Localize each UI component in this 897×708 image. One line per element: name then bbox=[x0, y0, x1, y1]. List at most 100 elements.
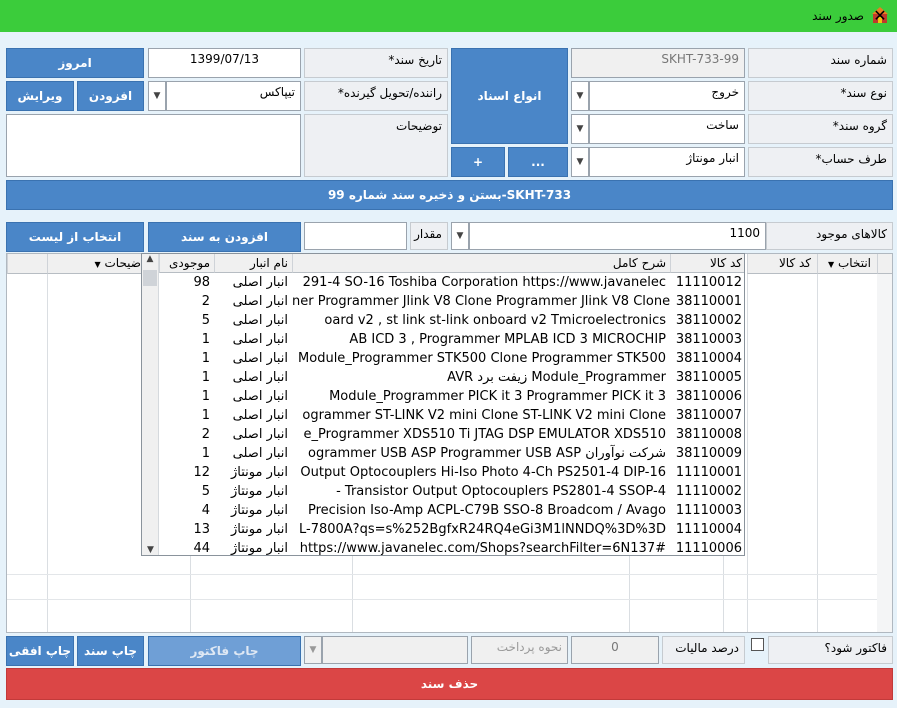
chevron-down-icon[interactable]: ▼ bbox=[571, 114, 589, 144]
grid-header-select[interactable]: انتخاب ▼ bbox=[817, 254, 877, 274]
doc-types-button[interactable]: انواع اسناد bbox=[451, 48, 568, 144]
grid-header-desc[interactable]: ضیحات ▼ bbox=[47, 254, 147, 274]
popup-row[interactable]: 1 انبار اصلی AB ICD 3 , Programmer MPLAB I… bbox=[142, 330, 744, 349]
select-from-list-button[interactable]: انتخاب از لیست bbox=[6, 222, 144, 252]
available-items-label: کالاهای موجود bbox=[766, 222, 893, 250]
popup-cell-stock: 1 bbox=[201, 446, 210, 461]
popup-row[interactable]: 1 انبار اصلی AVR زیفت برد Module_Programme… bbox=[142, 368, 744, 387]
grid-header-blank bbox=[7, 254, 47, 274]
quantity-field[interactable] bbox=[304, 222, 407, 250]
popup-cell-code: 11110012 bbox=[675, 275, 742, 290]
grid-header-code[interactable]: کد کالا bbox=[747, 254, 817, 274]
description-field[interactable] bbox=[6, 114, 301, 177]
popup-cell-desc: AVR زیفت برد Module_Programmer bbox=[447, 370, 666, 385]
popup-cell-desc: Precision Iso-Amp ACPL-C79B SSO-8 Broadc… bbox=[308, 503, 666, 518]
driver-label: راننده/تحویل گیرنده* bbox=[304, 81, 448, 111]
popup-cell-store: انبار مونتاژ bbox=[231, 465, 288, 480]
grid-scrollbar[interactable] bbox=[877, 274, 892, 632]
popup-row[interactable]: 44 انبار مونتاژ https://www.javanelec.com/… bbox=[142, 539, 744, 555]
popup-cell-store: انبار مونتاژ bbox=[231, 522, 288, 537]
popup-cell-store: انبار مونتاژ bbox=[231, 503, 288, 518]
chevron-down-icon[interactable]: ▼ bbox=[148, 81, 166, 111]
popup-cell-store: انبار اصلی bbox=[232, 294, 288, 309]
popup-header-stock[interactable]: موجودی bbox=[159, 254, 214, 273]
doc-number-field: 99-SKHT-733 bbox=[571, 48, 745, 78]
doc-date-field[interactable]: 1399/07/13 bbox=[148, 48, 301, 78]
popup-cell-code: 38110009 bbox=[675, 446, 742, 461]
popup-row[interactable]: 1 انبار اصلی Module_Programmer STK500 Clon… bbox=[142, 349, 744, 368]
popup-cell-stock: 5 bbox=[201, 313, 210, 328]
popup-cell-store: انبار مونتاژ bbox=[231, 484, 288, 499]
payment-select[interactable]: ▼ bbox=[304, 636, 468, 664]
tax-percent-field[interactable]: 0 bbox=[571, 636, 659, 664]
popup-cell-store: انبار اصلی bbox=[232, 370, 288, 385]
popup-header-desc[interactable]: شرح کامل bbox=[292, 254, 670, 273]
popup-cell-desc: ner Programmer Jlink V8 Clone Programmer… bbox=[292, 294, 670, 309]
print-doc-button[interactable]: چاپ سند bbox=[77, 636, 144, 666]
popup-cell-code: 11110004 bbox=[675, 522, 742, 537]
edit-button[interactable]: ویرایش bbox=[6, 81, 74, 111]
close-save-button[interactable]: بستن و ذخیره سند شماره 99-SKHT-733 bbox=[6, 180, 893, 210]
account-value[interactable]: انبار مونتاژ bbox=[589, 147, 745, 177]
popup-row[interactable]: 5 انبار مونتاژ - Transistor Output Optocou… bbox=[142, 482, 744, 501]
popup-cell-code: 11110001 bbox=[675, 465, 742, 480]
popup-cell-code: 38110006 bbox=[675, 389, 742, 404]
popup-cell-stock: 12 bbox=[193, 465, 210, 480]
popup-row[interactable]: 5 انبار اصلی oard v2 , st link st-link onb… bbox=[142, 311, 744, 330]
popup-cell-code: 38110001 bbox=[675, 294, 742, 309]
chevron-down-icon[interactable]: ▼ bbox=[571, 147, 589, 177]
payment-select-value[interactable] bbox=[322, 636, 468, 664]
delete-doc-button[interactable]: حذف سند bbox=[6, 668, 893, 700]
doc-type-value[interactable]: خروج bbox=[589, 81, 745, 111]
chevron-down-icon[interactable]: ▼ bbox=[304, 636, 322, 664]
popup-row[interactable]: 2 انبار اصلی ner Programmer Jlink V8 Clone… bbox=[142, 292, 744, 311]
more-button[interactable]: ... bbox=[508, 147, 568, 177]
available-items-value[interactable]: 1100 bbox=[469, 222, 766, 250]
add-button[interactable]: افزودن bbox=[77, 81, 144, 111]
popup-cell-store: انبار اصلی bbox=[232, 313, 288, 328]
popup-row[interactable]: 2 انبار اصلی e_Programmer XDS510 Ti JTAG D… bbox=[142, 425, 744, 444]
popup-cell-desc: - Transistor Output Optocouplers PS2801-… bbox=[336, 484, 666, 499]
popup-row[interactable]: 12 انبار مونتاژ Output Optocouplers Hi-Iso… bbox=[142, 463, 744, 482]
popup-cell-desc: oard v2 , st link st-link onboard v2 Tmi… bbox=[324, 313, 666, 328]
driver-value[interactable]: تیپاکس bbox=[166, 81, 301, 111]
popup-cell-store: انبار اصلی bbox=[232, 427, 288, 442]
print-invoice-button[interactable]: چاپ فاکتور bbox=[148, 636, 301, 666]
payment-method-field[interactable]: نحوه پرداخت bbox=[471, 636, 568, 664]
popup-cell-stock: 98 bbox=[193, 275, 210, 290]
popup-cell-code: 38110003 bbox=[675, 332, 742, 347]
driver-select[interactable]: ▼ تیپاکس bbox=[148, 81, 301, 111]
available-items-select[interactable]: ▼ 1100 bbox=[451, 222, 766, 250]
popup-row[interactable]: 13 انبار مونتاژ L-7800A?qs=s%252BgfxR24RQ4… bbox=[142, 520, 744, 539]
popup-header-code[interactable]: کد کالا bbox=[670, 254, 744, 273]
account-select[interactable]: ▼ انبار مونتاژ bbox=[571, 147, 745, 177]
popup-row[interactable]: 1 انبار اصلی ogrammer USB ASP Programmer U… bbox=[142, 444, 744, 463]
print-landscape-button[interactable]: چاپ افقی bbox=[6, 636, 74, 666]
popup-header-store[interactable]: نام انبار bbox=[214, 254, 292, 273]
popup-row[interactable]: 1 انبار اصلی Module_Programmer PICK it 3 P… bbox=[142, 387, 744, 406]
doc-type-select[interactable]: ▼ خروج bbox=[571, 81, 745, 111]
today-button[interactable]: امروز bbox=[6, 48, 144, 78]
popup-cell-store: انبار اصلی bbox=[232, 351, 288, 366]
doc-group-select[interactable]: ▼ ساخت bbox=[571, 114, 745, 144]
chevron-down-icon[interactable]: ▼ bbox=[571, 81, 589, 111]
popup-row[interactable]: 4 انبار مونتاژ Precision Iso-Amp ACPL-C79B… bbox=[142, 501, 744, 520]
scroll-up-icon[interactable]: ▲ bbox=[142, 254, 158, 264]
close-icon[interactable]: ✕ bbox=[868, 4, 892, 28]
add-to-doc-button[interactable]: افزودن به سند bbox=[148, 222, 301, 252]
popup-row[interactable]: 98 انبار اصلی 291-4 SO-16 Toshiba Corporat… bbox=[142, 273, 744, 292]
popup-cell-code: 38110008 bbox=[675, 427, 742, 442]
plus-button[interactable]: + bbox=[451, 147, 505, 177]
popup-cell-store: انبار اصلی bbox=[232, 332, 288, 347]
title-bar: صدور سند ✕ bbox=[0, 0, 897, 32]
popup-row[interactable]: 1 انبار اصلی ogrammer ST-LINK V2 mini Clon… bbox=[142, 406, 744, 425]
chevron-down-icon[interactable]: ▼ bbox=[451, 222, 469, 250]
popup-cell-desc: ogrammer ST-LINK V2 mini Clone ST-LINK V… bbox=[302, 408, 666, 423]
doc-type-label: نوع سند* bbox=[748, 81, 893, 111]
popup-cell-stock: 1 bbox=[201, 408, 210, 423]
items-popup-list[interactable]: ▲ ▼ موجودی نام انبار شرح کامل کد کالا 98… bbox=[141, 253, 745, 556]
popup-cell-stock: 1 bbox=[201, 370, 210, 385]
popup-cell-stock: 1 bbox=[201, 351, 210, 366]
doc-group-value[interactable]: ساخت bbox=[589, 114, 745, 144]
invoice-checkbox[interactable] bbox=[751, 638, 764, 651]
